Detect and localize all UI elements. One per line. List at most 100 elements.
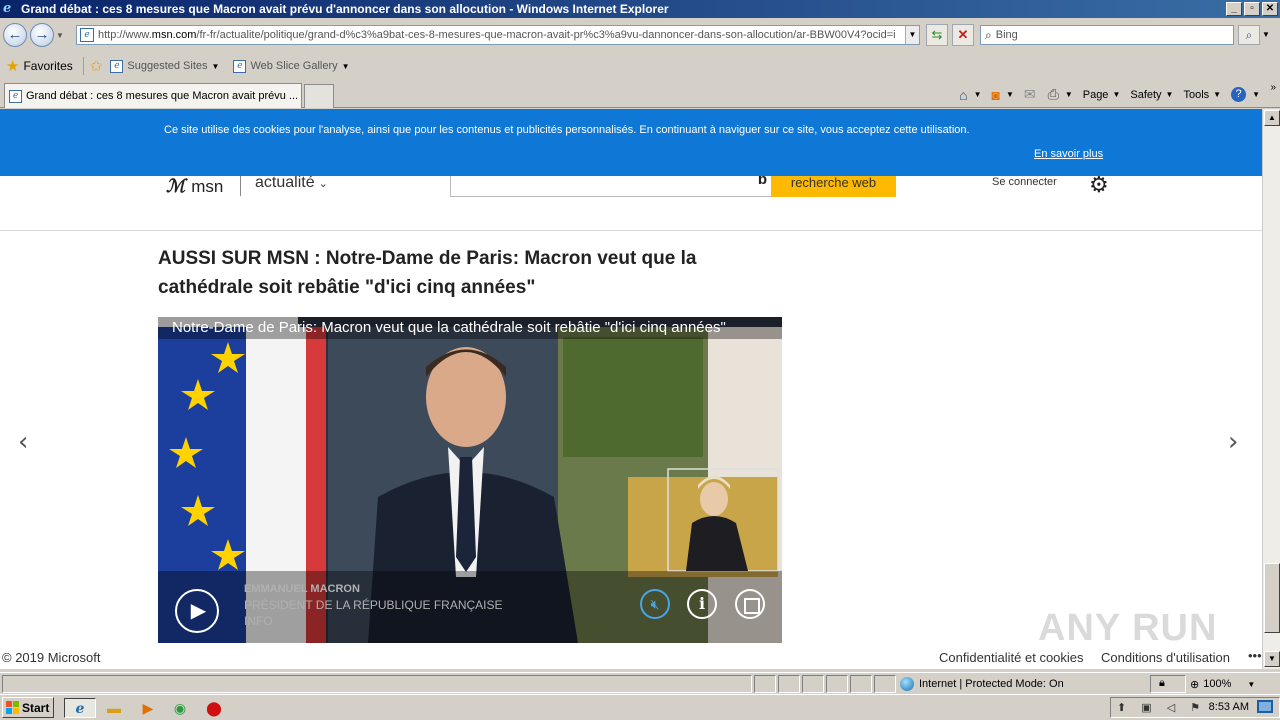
web-slice-gallery-link[interactable]: e Web Slice Gallery ▼ <box>233 59 350 73</box>
window-titlebar: e Grand débat : ces 8 mesures que Macron… <box>0 0 1280 18</box>
safety-menu[interactable]: Safety ▼ <box>1130 89 1173 101</box>
command-bar: ⌂ ▼ ◙ ▼ ✉ ⎙ ▼ Page ▼ Safety ▼ Tools ▼ ? ▼ <box>949 86 1260 103</box>
video-title: Notre-Dame de Paris: Macron veut que la … <box>158 317 782 339</box>
tray-icons[interactable]: ⬆ ▣ ◁ ⚑ <box>1117 701 1206 714</box>
address-dropdown-icon[interactable]: ▼ <box>905 26 919 44</box>
taskbar: Start e ▬ ▶ ◉ ⬤ ⬆ ▣ ◁ ⚑ 8:53 AM <box>0 694 1280 720</box>
chevron-down-icon: ▼ <box>1247 679 1256 689</box>
taskbar-media-player-icon[interactable]: ▶ <box>136 698 160 718</box>
msn-logo[interactable]: ℳ msn <box>166 176 223 197</box>
favorites-bar: ★ Favorites ✩ e Suggested Sites ▼ e Web S… <box>0 52 1280 80</box>
page-icon: e <box>80 28 94 42</box>
start-button[interactable]: Start <box>2 697 54 718</box>
clock[interactable]: 8:53 AM <box>1209 701 1249 713</box>
security-zone[interactable]: Internet | Protected Mode: On <box>900 675 1064 693</box>
forward-button[interactable]: → <box>30 23 54 47</box>
address-bar[interactable]: e http://www.msn.com/fr-fr/actualite/pol… <box>76 25 920 45</box>
add-to-favorites-icon[interactable]: ✩ <box>90 57 103 75</box>
ie-page-icon: e <box>9 89 22 103</box>
refresh-button[interactable]: ⇆ <box>926 24 948 46</box>
ie-page-icon: e <box>233 59 247 73</box>
favorites-star-icon: ★ <box>6 58 20 75</box>
next-arrow-icon[interactable]: › <box>1228 427 1238 457</box>
zoom-level[interactable]: ⊕ 100% ▼ <box>1190 675 1255 693</box>
fullscreen-button[interactable] <box>735 589 765 619</box>
taskbar-explorer-folder-icon[interactable]: ▬ <box>102 698 126 718</box>
status-cell <box>802 675 824 693</box>
search-go-button[interactable]: ⌕ <box>1238 25 1260 45</box>
info-button[interactable]: i <box>687 589 717 619</box>
status-cell <box>850 675 872 693</box>
scroll-down-arrow-icon[interactable]: ▼ <box>1264 651 1280 667</box>
learn-more-link[interactable]: En savoir plus <box>1034 148 1103 160</box>
print-button[interactable]: ⎙ ▼ <box>1048 86 1073 103</box>
window-title: Grand débat : ces 8 mesures que Macron a… <box>21 2 669 16</box>
show-desktop-icon[interactable] <box>1257 700 1273 713</box>
status-text-cell <box>2 675 752 693</box>
windows-logo-icon <box>6 701 19 714</box>
search-placeholder: Bing <box>995 29 1018 41</box>
more-commands-icon[interactable]: » <box>1270 82 1276 93</box>
printer-icon: ⎙ <box>1047 86 1059 102</box>
page-menu[interactable]: Page ▼ <box>1083 89 1121 101</box>
msn-butterfly-icon: ℳ <box>166 176 186 196</box>
tab-bar: e Grand débat : ces 8 mesures que Macron… <box>0 80 1280 108</box>
taskbar-internet-explorer[interactable]: e <box>64 698 96 718</box>
status-bar: Internet | Protected Mode: On 🔒︎ ⊕ 100% … <box>0 672 1280 694</box>
search-options-dropdown-icon[interactable]: ▼ <box>1262 30 1270 39</box>
back-button[interactable]: ← <box>3 23 27 47</box>
address-url[interactable]: http://www.msn.com/fr-fr/actualite/polit… <box>98 29 905 41</box>
home-button[interactable]: ⌂ ▼ <box>959 87 981 103</box>
page-footer: © 2019 Microsoft Confidentialité et cook… <box>0 647 1262 669</box>
video-player[interactable]: Notre-Dame de Paris: Macron veut que la … <box>158 317 782 643</box>
privacy-link[interactable]: Confidentialité et cookies <box>939 650 1084 665</box>
feeds-button[interactable]: ◙ ▼ <box>991 87 1013 103</box>
restore-button[interactable]: ▫ <box>1244 2 1260 16</box>
new-tab-button[interactable] <box>304 84 334 108</box>
status-cell <box>778 675 800 693</box>
more-options-icon[interactable]: ••• <box>1248 648 1262 663</box>
cookie-message: Ce site utilise des cookies pour l'analy… <box>164 124 970 136</box>
minimize-button[interactable]: _ <box>1226 2 1242 16</box>
suggested-sites-link[interactable]: e Suggested Sites ▼ <box>110 59 220 73</box>
chevron-down-icon: ▼ <box>211 61 220 71</box>
taskbar-chrome-icon[interactable]: ◉ <box>168 698 192 718</box>
play-button[interactable]: ▶ <box>175 589 219 633</box>
mail-button[interactable]: ✉ <box>1024 86 1038 103</box>
status-cell <box>754 675 776 693</box>
tools-menu[interactable]: Tools ▼ <box>1183 89 1221 101</box>
tab-active[interactable]: e Grand débat : ces 8 mesures que Macron… <box>4 83 302 108</box>
cookie-banner: Ce site utilise des cookies pour l'analy… <box>0 109 1262 176</box>
terms-link[interactable]: Conditions d'utilisation <box>1101 650 1230 665</box>
taskbar-opera-icon[interactable]: ⬤ <box>202 698 226 718</box>
history-dropdown-icon[interactable]: ▼ <box>56 31 64 40</box>
globe-icon <box>900 677 914 691</box>
previous-arrow-icon[interactable]: ‹ <box>18 427 28 457</box>
section-menu[interactable]: actualité ⌄ <box>255 174 328 192</box>
stop-button[interactable]: ✕ <box>952 24 974 46</box>
chevron-down-icon: ▼ <box>341 61 350 71</box>
video-nameplate: EMMANUEL MACRON PRÉSIDENT DE LA RÉPUBLIQ… <box>244 583 503 628</box>
favorites-button[interactable]: ★ Favorites <box>6 57 73 75</box>
help-icon: ? <box>1231 87 1247 102</box>
protected-mode-lock[interactable]: 🔒︎ <box>1150 675 1186 693</box>
sign-in-link[interactable]: Se connecter <box>992 176 1057 188</box>
search-icon: ⌕ <box>985 27 992 42</box>
muted-speaker-icon: 🔇︎ <box>650 596 660 612</box>
status-cell <box>826 675 848 693</box>
page-viewport: ℳ msn actualité ⌄ b recherche web Se conn… <box>0 109 1262 669</box>
vertical-scrollbar[interactable]: ▲ ▼ <box>1262 109 1280 669</box>
ie-logo-icon: e <box>3 1 12 16</box>
scroll-up-arrow-icon[interactable]: ▲ <box>1264 110 1280 126</box>
zoom-icon: ⊕ <box>1190 678 1200 691</box>
close-window-button[interactable]: ✕ <box>1262 2 1278 16</box>
scroll-thumb[interactable] <box>1264 563 1280 633</box>
divider <box>240 176 241 196</box>
msn-header: ℳ msn actualité ⌄ b recherche web Se conn… <box>0 170 1262 231</box>
home-icon: ⌂ <box>959 86 968 103</box>
search-box[interactable]: ⌕ Bing <box>980 25 1234 45</box>
copyright-text: © 2019 Microsoft <box>2 650 101 665</box>
article-headline[interactable]: AUSSI SUR MSN : Notre-Dame de Paris: Mac… <box>158 244 758 302</box>
mute-button[interactable]: 🔇︎ <box>640 589 670 619</box>
help-button[interactable]: ? ▼ <box>1231 87 1260 102</box>
